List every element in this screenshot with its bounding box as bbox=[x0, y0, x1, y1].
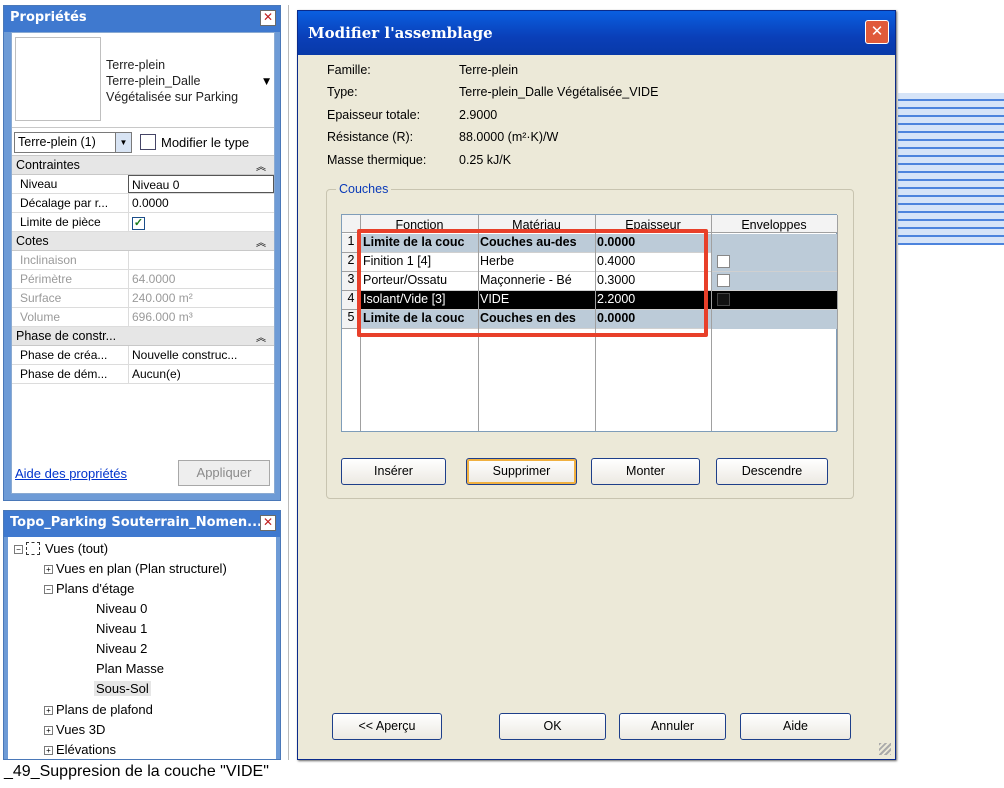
type-preview-image bbox=[15, 37, 101, 121]
collapse-chevron-icon[interactable]: ︽ bbox=[256, 158, 266, 173]
tree-node-level-2[interactable]: Niveau 2 bbox=[96, 641, 147, 656]
group-dimensions[interactable]: Cotes ︽ bbox=[12, 232, 274, 251]
chevron-down-icon[interactable]: ▼ bbox=[115, 133, 131, 152]
level-value-field[interactable]: Niveau 0 bbox=[128, 175, 274, 193]
type-selector-dropdown-icon[interactable]: ▼ bbox=[263, 77, 270, 87]
layer-wraps-cell[interactable] bbox=[711, 253, 837, 272]
expand-toggle-icon[interactable]: + bbox=[44, 726, 53, 735]
wraps-checkbox[interactable] bbox=[717, 274, 730, 287]
properties-palette: Propriétés ✕ Terre-plein Terre-plein_Dal… bbox=[3, 5, 281, 501]
apply-button[interactable]: Appliquer bbox=[178, 460, 270, 486]
property-row[interactable]: Limite de pièce ✓ bbox=[12, 213, 274, 232]
delete-button[interactable]: Supprimer bbox=[466, 458, 577, 485]
expand-toggle-icon[interactable]: + bbox=[44, 706, 53, 715]
project-browser-title: Topo_Parking Souterrain_Nomen... bbox=[10, 515, 262, 530]
move-up-button[interactable]: Monter bbox=[591, 458, 700, 485]
wraps-checkbox[interactable] bbox=[717, 255, 730, 268]
column-divider bbox=[837, 215, 838, 431]
layer-wraps-cell[interactable] bbox=[711, 291, 837, 310]
properties-filter-row: Terre-plein (1) ▼ Modifier le type bbox=[12, 128, 274, 156]
properties-title-bar: Propriétés ✕ bbox=[4, 6, 280, 32]
project-browser: Topo_Parking Souterrain_Nomen... ✕ − Vues… bbox=[3, 510, 281, 760]
property-row: Surface 240.000 m² bbox=[12, 289, 274, 308]
ok-button[interactable]: OK bbox=[499, 713, 606, 740]
resistance-label: Résistance (R): bbox=[327, 130, 414, 144]
total-thickness-value: 2.9000 bbox=[459, 108, 498, 122]
tree-node-level-0[interactable]: Niveau 0 bbox=[96, 601, 147, 616]
family-label: Famille: bbox=[327, 63, 371, 77]
dialog-title-bar: Modifier l'assemblage ✕ bbox=[298, 11, 895, 55]
collapse-chevron-icon[interactable]: ︽ bbox=[256, 234, 266, 249]
project-tree: − Vues (tout) + Vues en plan (Plan structu… bbox=[8, 537, 276, 759]
type-value: Terre-plein_Dalle Végétalisée_VIDE bbox=[459, 85, 659, 99]
tree-node-views-all[interactable]: − Vues (tout) bbox=[14, 541, 108, 556]
browser-close-icon[interactable]: ✕ bbox=[260, 515, 276, 531]
views-icon bbox=[26, 542, 40, 555]
family-value: Terre-plein bbox=[459, 63, 519, 77]
thermal-mass-label: Masse thermique: bbox=[327, 153, 427, 167]
cancel-button[interactable]: Annuler bbox=[619, 713, 726, 740]
collapse-chevron-icon[interactable]: ︽ bbox=[256, 329, 266, 344]
highlight-annotation-box bbox=[357, 229, 708, 337]
tree-node-basement[interactable]: Sous-Sol bbox=[94, 681, 151, 696]
tree-node-level-1[interactable]: Niveau 1 bbox=[96, 621, 147, 636]
properties-close-icon[interactable]: ✕ bbox=[260, 10, 276, 26]
layers-group-label: Couches bbox=[336, 182, 392, 196]
properties-title: Propriétés bbox=[10, 10, 87, 25]
property-row[interactable]: Décalage par r... 0.0000 bbox=[12, 194, 274, 213]
tree-node-ceiling-plans[interactable]: + Plans de plafond bbox=[44, 702, 153, 717]
group-phasing[interactable]: Phase de constr... ︽ bbox=[12, 327, 274, 346]
collapse-toggle-icon[interactable]: − bbox=[14, 545, 23, 554]
properties-panel: Terre-plein Terre-plein_Dalle Végétalisé… bbox=[11, 32, 275, 494]
dialog-title: Modifier l'assemblage bbox=[308, 24, 493, 42]
dialog-close-icon[interactable]: ✕ bbox=[865, 20, 889, 44]
resistance-value: 88.0000 (m²·K)/W bbox=[459, 130, 559, 144]
column-divider bbox=[711, 215, 712, 431]
room-bounding-checkbox[interactable]: ✓ bbox=[132, 217, 145, 230]
thermal-mass-value: 0.25 kJ/K bbox=[459, 153, 512, 167]
type-selector[interactable]: Terre-plein Terre-plein_Dalle Végétalisé… bbox=[12, 33, 274, 128]
property-row[interactable]: Phase de créa... Nouvelle construc... bbox=[12, 346, 274, 365]
edit-assembly-dialog: Modifier l'assemblage ✕ Famille: Terre-p… bbox=[297, 10, 896, 760]
property-row[interactable]: Phase de dém... Aucun(e) bbox=[12, 365, 274, 384]
layer-wraps-cell[interactable] bbox=[711, 272, 837, 291]
insert-button[interactable]: Insérer bbox=[341, 458, 446, 485]
expand-toggle-icon[interactable]: + bbox=[44, 746, 53, 755]
tree-node-3d-views[interactable]: + Vues 3D bbox=[44, 722, 105, 737]
help-button[interactable]: Aide bbox=[740, 713, 851, 740]
group-constraints[interactable]: Contraintes ︽ bbox=[12, 156, 274, 175]
resize-grip-icon[interactable] bbox=[879, 743, 891, 755]
edit-type-button[interactable]: Modifier le type bbox=[140, 134, 249, 150]
property-row: Périmètre 64.0000 bbox=[12, 270, 274, 289]
tree-node-floor-plans[interactable]: − Plans d'étage bbox=[44, 581, 134, 596]
move-down-button[interactable]: Descendre bbox=[716, 458, 828, 485]
edit-type-icon bbox=[140, 134, 156, 150]
column-header-wraps[interactable]: Enveloppes bbox=[711, 215, 837, 233]
collapse-toggle-icon[interactable]: − bbox=[44, 585, 53, 594]
wraps-checkbox[interactable] bbox=[717, 293, 730, 306]
property-row: Volume 696.000 m³ bbox=[12, 308, 274, 327]
properties-help-link[interactable]: Aide des propriétés bbox=[15, 466, 127, 481]
type-name: Terre-plein Terre-plein_Dalle Végétalisé… bbox=[106, 58, 239, 104]
preview-button[interactable]: << Aperçu bbox=[332, 713, 442, 740]
tree-node-plan-views[interactable]: + Vues en plan (Plan structurel) bbox=[44, 561, 227, 576]
tree-node-elevations[interactable]: + Elévations bbox=[44, 742, 116, 757]
property-row: Inclinaison bbox=[12, 251, 274, 270]
type-label: Type: bbox=[327, 85, 358, 99]
expand-toggle-icon[interactable]: + bbox=[44, 565, 53, 574]
tree-node-site-plan[interactable]: Plan Masse bbox=[96, 661, 164, 676]
instance-filter-combo[interactable]: Terre-plein (1) ▼ bbox=[14, 132, 132, 153]
project-browser-title-bar: Topo_Parking Souterrain_Nomen... ✕ bbox=[4, 511, 280, 537]
property-row[interactable]: Niveau Niveau 0 bbox=[12, 175, 274, 194]
screenshot-caption: _49_Suppresion de la couche "VIDE" bbox=[4, 763, 269, 780]
total-thickness-label: Epaisseur totale: bbox=[327, 108, 421, 122]
hatched-floor-drawing bbox=[898, 93, 1004, 245]
